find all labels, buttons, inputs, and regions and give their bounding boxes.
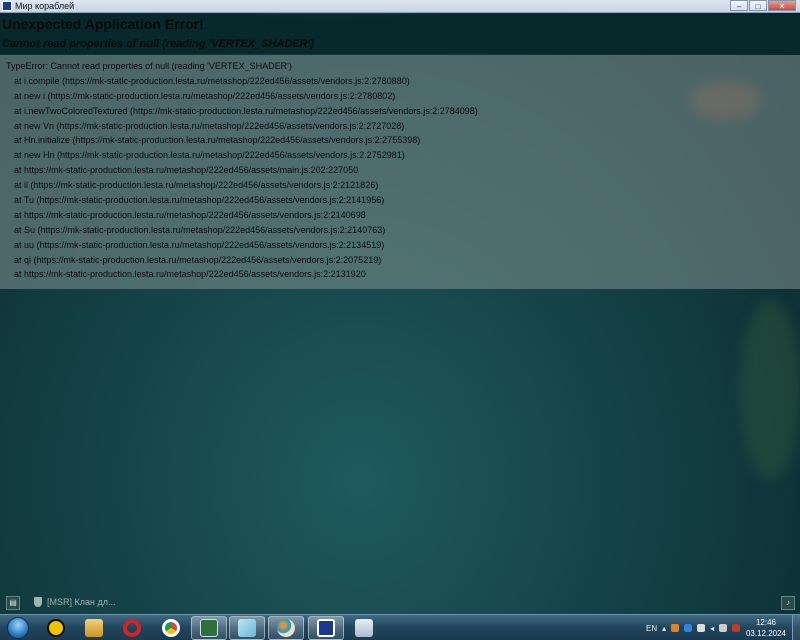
chrome-taskbar-item[interactable] (153, 616, 189, 640)
window-title: Мир кораблей (15, 1, 75, 11)
window-title-bar[interactable]: Мир кораблей – □ ✕ (0, 0, 800, 13)
trace-line: at il (https://mk-static-production.lest… (14, 180, 379, 191)
minimize-button[interactable]: – (730, 0, 748, 11)
trace-line: at i.newTwoColoredTextured (https://mk-s… (14, 105, 478, 116)
trace-line: at https://mk-static-production.lesta.ru… (14, 269, 366, 280)
explorer-taskbar-item[interactable] (76, 616, 112, 640)
chat-bubble-icon: ▤ (9, 598, 17, 607)
terminal-icon (200, 619, 218, 637)
trace-line: at Su (https://mk-static-production.lest… (14, 224, 386, 235)
taskbar: EN ▴ ◂ 12:46 03.12.2024 (0, 614, 800, 640)
calculator-icon (355, 619, 373, 637)
trace-line: at https://mk-static-production.lesta.ru… (14, 165, 359, 176)
notifications-button[interactable]: ♪ (781, 596, 795, 610)
clan-chat-tab[interactable]: [MSR] Клан дл... (34, 597, 115, 607)
language-indicator[interactable]: EN (646, 624, 657, 633)
trace-line: at qi (https://mk-static-production.lest… (14, 254, 382, 265)
bluetooth-icon[interactable] (684, 624, 693, 632)
clock-date: 03.12.2024 (745, 629, 787, 638)
game-taskbar-item[interactable] (308, 616, 344, 640)
opera-taskbar-item[interactable] (114, 616, 150, 640)
chat-button[interactable]: ▤ (6, 596, 20, 610)
clan-shield-icon (34, 597, 42, 607)
flag-icon[interactable] (732, 624, 741, 632)
trace-line: at new i (https://mk-static-production.l… (14, 90, 396, 101)
error-title: Unexpected Application Error! (2, 16, 204, 32)
trace-line: at new Vn (https://mk-static-production.… (14, 120, 405, 131)
stack-trace-panel: TypeError: Cannot read properties of nul… (0, 55, 800, 289)
trace-line: at uu (https://mk-static-production.lest… (14, 239, 385, 250)
paint-icon (277, 619, 295, 637)
network-icon[interactable] (719, 624, 728, 632)
aimp-icon (47, 619, 65, 637)
show-desktop-button[interactable] (792, 615, 800, 640)
maximize-button[interactable]: □ (749, 0, 767, 11)
explorer-icon (85, 619, 103, 637)
notes-taskbar-item[interactable] (229, 616, 265, 640)
error-header: Unexpected Application Error! Cannot rea… (0, 14, 800, 54)
clock[interactable]: 12:46 03.12.2024 (742, 617, 790, 639)
start-button[interactable] (1, 615, 35, 640)
system-tray: EN ▴ ◂ (646, 615, 741, 640)
trace-line: at new Hn (https://mk-static-production.… (14, 150, 405, 161)
terminal-taskbar-item[interactable] (191, 616, 227, 640)
tray-expand-icon[interactable]: ▴ (662, 624, 666, 633)
tray-app-icon[interactable] (697, 624, 706, 632)
aimp-taskbar-item[interactable] (38, 616, 74, 640)
trace-line: TypeError: Cannot read properties of nul… (6, 61, 292, 71)
trace-line: at Hn.initialize (https://mk-static-prod… (14, 135, 421, 146)
trace-line: at https://mk-static-production.lesta.ru… (14, 209, 366, 220)
tray-app-icon[interactable] (671, 624, 680, 632)
window-controls: – □ ✕ (730, 0, 796, 11)
paint-taskbar-item[interactable] (268, 616, 304, 640)
error-subtitle: Cannot read properties of null (reading … (2, 38, 314, 50)
app-shield-icon (2, 1, 12, 11)
calculator-taskbar-item[interactable] (346, 616, 382, 640)
chrome-icon (162, 619, 180, 637)
background-foliage (740, 300, 800, 480)
clan-chat-label: [MSR] Клан дл... (47, 597, 116, 607)
trace-line: at Tu (https://mk-static-production.lest… (14, 195, 385, 206)
trace-line: at i.compile (https://mk-static-producti… (14, 75, 410, 86)
notes-icon (238, 619, 256, 637)
close-button[interactable]: ✕ (768, 0, 796, 11)
opera-icon (123, 619, 141, 637)
game-launcher-icon (317, 619, 335, 637)
volume-icon[interactable]: ◂ (710, 624, 714, 633)
windows-logo-icon (7, 617, 29, 639)
bell-icon: ♪ (786, 598, 790, 607)
clock-time: 12:46 (755, 618, 777, 627)
